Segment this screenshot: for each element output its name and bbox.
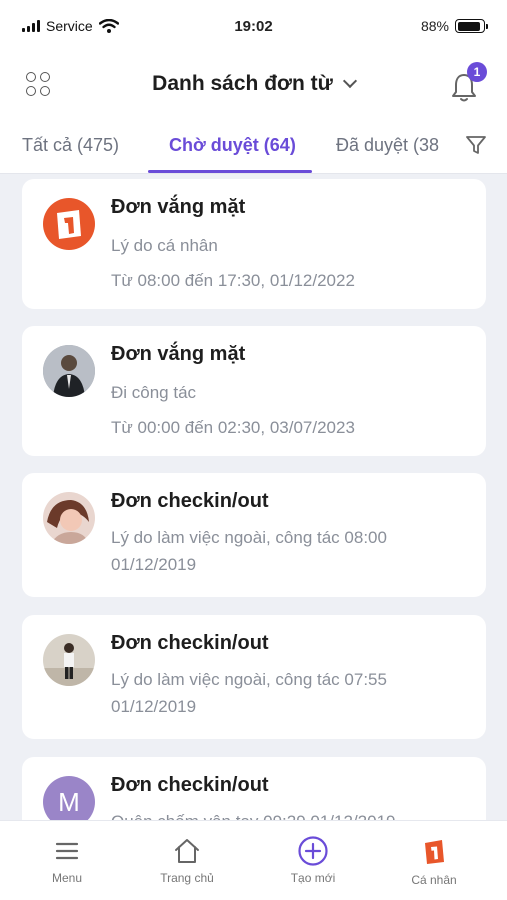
user-photo-icon bbox=[43, 634, 95, 686]
request-time: Từ 08:00 đến 17:30, 01/12/2022 bbox=[111, 271, 355, 290]
carrier-name: Service bbox=[46, 18, 93, 34]
nav-menu-label: Menu bbox=[51, 871, 83, 885]
notification-button[interactable]: 1 bbox=[449, 62, 487, 102]
user-avatar bbox=[43, 634, 95, 686]
request-reason: Lý do làm việc ngoài, công tác 08:00 bbox=[111, 528, 387, 547]
request-time: Từ 00:00 đến 02:30, 03/07/2023 bbox=[111, 418, 355, 437]
notification-badge: 1 bbox=[467, 62, 487, 82]
request-card[interactable]: Đơn checkin/out Lý do làm việc ngoài, cô… bbox=[22, 473, 486, 597]
nav-create[interactable]: Tạo mới bbox=[258, 821, 368, 900]
user-avatar bbox=[43, 492, 95, 544]
request-card[interactable]: Đơn vắng mặt Đi công tác Từ 00:00 đến 02… bbox=[22, 326, 486, 456]
nav-home-label: Trang chủ bbox=[160, 871, 214, 885]
nav-profile[interactable]: Cá nhân bbox=[379, 821, 489, 900]
plus-circle-icon bbox=[298, 836, 328, 866]
request-reason: Quên chấm vân tay 09:29 01/12/2019 bbox=[111, 809, 461, 820]
nav-menu[interactable]: Menu bbox=[12, 821, 122, 900]
request-title: Đơn checkin/out bbox=[111, 774, 269, 796]
app-header: Danh sách đơn từ 1 bbox=[0, 52, 507, 116]
bottom-navigation: Menu Trang chủ Tạo mới Cá nhân bbox=[0, 820, 507, 900]
letter-avatar: M bbox=[43, 776, 95, 820]
request-reason: Đi công tác bbox=[111, 383, 197, 402]
chevron-down-icon bbox=[342, 73, 357, 89]
nav-home[interactable]: Trang chủ bbox=[132, 821, 242, 900]
hamburger-icon bbox=[55, 842, 79, 860]
company-logo-icon bbox=[57, 210, 81, 239]
clock: 19:02 bbox=[234, 17, 273, 35]
cellular-signal-icon bbox=[22, 20, 40, 32]
request-card[interactable]: Đơn vắng mặt Lý do cá nhân Từ 08:00 đến … bbox=[22, 179, 486, 309]
request-list: Đơn vắng mặt Lý do cá nhân Từ 08:00 đến … bbox=[0, 174, 507, 820]
battery-percent: 88% bbox=[420, 18, 449, 34]
user-photo-icon bbox=[43, 345, 95, 397]
request-title: Đơn checkin/out bbox=[111, 632, 269, 654]
tab-approved[interactable]: Đã duyệt (38 bbox=[336, 116, 440, 174]
request-reason: Lý do cá nhân bbox=[111, 236, 218, 255]
user-avatar bbox=[43, 345, 95, 397]
title-dropdown[interactable]: Danh sách đơn từ bbox=[152, 72, 357, 96]
request-title: Đơn vắng mặt bbox=[111, 343, 246, 365]
user-photo-icon bbox=[43, 492, 95, 544]
page-title: Danh sách đơn từ bbox=[152, 72, 333, 95]
active-tab-indicator bbox=[148, 170, 312, 173]
request-time: 01/12/2019 bbox=[111, 697, 197, 716]
home-icon bbox=[175, 839, 199, 863]
nav-create-label: Tạo mới bbox=[290, 871, 336, 885]
tab-all[interactable]: Tất cả (475) bbox=[22, 116, 119, 174]
profile-logo-icon bbox=[425, 840, 444, 864]
battery-icon bbox=[455, 19, 488, 33]
request-card[interactable]: Đơn checkin/out Lý do làm việc ngoài, cô… bbox=[22, 615, 486, 739]
request-time: 01/12/2019 bbox=[111, 555, 197, 574]
wifi-icon bbox=[98, 19, 119, 33]
request-title: Đơn checkin/out bbox=[111, 490, 269, 512]
app-grid-icon[interactable] bbox=[26, 72, 50, 96]
request-reason: Lý do làm việc ngoài, công tác 07:55 bbox=[111, 670, 387, 689]
request-title: Đơn vắng mặt bbox=[111, 196, 246, 218]
company-logo-avatar bbox=[43, 198, 95, 250]
request-card[interactable]: M Đơn checkin/out Quên chấm vân tay 09:2… bbox=[22, 757, 486, 820]
tab-pending[interactable]: Chờ duyệt (64) bbox=[169, 116, 296, 174]
status-tabs: Tất cả (475) Chờ duyệt (64) Đã duyệt (38 bbox=[0, 116, 507, 174]
nav-profile-label: Cá nhân bbox=[411, 873, 457, 887]
status-bar: Service 19:02 88% bbox=[0, 0, 507, 52]
filter-icon[interactable] bbox=[465, 134, 487, 156]
